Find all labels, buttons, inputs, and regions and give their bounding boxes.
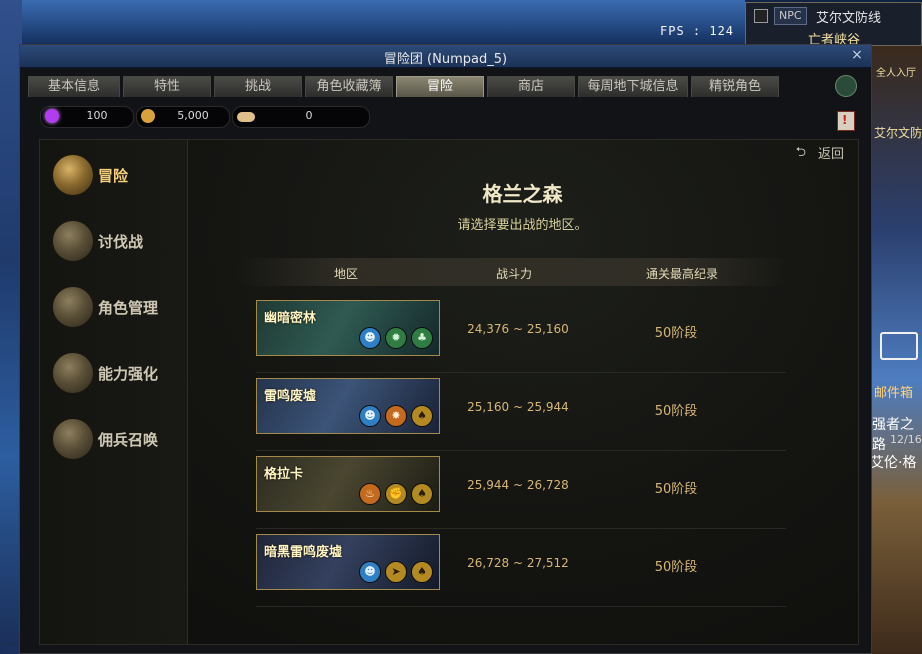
combat-power: 26,728 ~ 27,512 [467,556,569,570]
header-power: 战斗力 [496,267,533,281]
sidebar-item-ability-enhance[interactable]: 能力强化 [50,350,180,398]
close-button[interactable]: × [849,47,865,63]
tab-elite-character[interactable]: 精锐角色 [691,76,779,97]
tab-adventure[interactable]: 冒险 [396,76,484,97]
gold-coin-value: 5,000 [177,109,209,122]
date-label: 12/16 [890,433,922,446]
character-face-icon [52,286,94,328]
sidebar-item-raid[interactable]: 讨伐战 [50,218,180,266]
right-mid-label: 艾尔文防 [874,126,922,140]
sidebar-item-label: 佣兵召唤 [98,431,159,449]
table-row: 幽暗密林 ☻ ✹ ♣ 24,376 ~ 25,160 50阶段 [256,294,786,373]
table-row: 格拉卡 ♨ ✊ ♠ 25,944 ~ 26,728 50阶段 [256,450,786,529]
gold-coin-currency: 5,000 [136,106,230,128]
tab-traits[interactable]: 特性 [123,76,211,97]
best-record: 50阶段 [654,326,698,341]
dungeon-card-dark-forest[interactable]: 幽暗密林 ☻ ✹ ♣ [256,300,440,356]
blue-face-badge-icon: ☻ [359,327,381,349]
tab-challenge[interactable]: 挑战 [214,76,302,97]
map-title: 格兰之森 [482,182,563,206]
sidebar-item-label: 讨伐战 [98,233,144,251]
crossed-swords-icon [52,220,94,262]
treasure-chest-icon [52,418,94,460]
game-background-top [0,0,745,44]
tab-character-collection[interactable]: 角色收藏簿 [305,76,393,97]
gold-spade-badge-icon: ♠ [411,483,433,505]
orange-spark-badge-icon: ✸ [385,405,407,427]
dungeon-name: 幽暗密林 [264,311,317,326]
gold-arrow-badge-icon: ➤ [385,561,407,583]
mail-icon[interactable] [880,332,918,360]
back-button[interactable]: 返回 [818,143,844,162]
sidebar-item-label: 能力强化 [98,365,159,383]
coin-stack-icon [237,112,255,122]
best-record: 50阶段 [654,560,698,575]
dungeon-name: 暗黑雷鸣废墟 [264,545,343,560]
dungeon-name: 格拉卡 [264,467,304,482]
npc-tag: NPC [774,7,807,25]
adventure-team-window: 冒险团 (Numpad_5) × 基本信息 特性 挑战 角色收藏簿 冒险 商店 … [19,44,872,654]
back-arrow-icon[interactable]: ⮌ [796,143,806,165]
sidebar-item-label: 冒险 [98,167,129,185]
table-header: 地区 战斗力 通关最高纪录 [238,258,786,286]
blue-face-badge-icon: ☻ [359,405,381,427]
map-subtitle: 请选择要出战的地区。 [457,218,588,233]
gold-spade-badge-icon: ♠ [411,405,433,427]
green-gear-badge-icon: ✹ [385,327,407,349]
dungeon-name: 雷鸣废墟 [264,389,317,404]
table-row: 暗黑雷鸣废墟 ☻ ➤ ♠ 26,728 ~ 27,512 50阶段 [256,528,786,607]
purple-gem-value: 100 [86,109,108,122]
window-titlebar[interactable]: 冒险团 (Numpad_5) × [20,45,871,68]
tab-shop[interactable]: 商店 [487,76,575,97]
spiked-star-icon [52,352,94,394]
header-record: 通关最高纪录 [646,267,719,281]
dungeon-card-thunder-ruins[interactable]: 雷鸣废墟 ☻ ✸ ♠ [256,378,440,434]
tab-weekly-dungeon[interactable]: 每周地下城信息 [578,76,688,97]
npc-indicator: NPC 艾尔文防线 亡者峡谷 [745,2,922,48]
coin-stack-currency: 0 [232,106,370,128]
blue-face-badge-icon: ☻ [359,561,381,583]
coin-stack-value: 0 [305,109,313,122]
sidebar-item-character-management[interactable]: 角色管理 [50,284,180,332]
tab-bar: 基本信息 特性 挑战 角色收藏簿 冒险 商店 每周地下城信息 精锐角色 [28,76,782,98]
dungeon-card-dark-thunder-ruins[interactable]: 暗黑雷鸣废墟 ☻ ➤ ♠ [256,534,440,590]
dungeon-card-gelaka[interactable]: 格拉卡 ♨ ✊ ♠ [256,456,440,512]
notice-icon[interactable]: ! [837,111,855,131]
npc-name: 艾尔文防线 [816,11,882,26]
purple-gem-icon [45,109,59,123]
window-title: 冒险团 (Numpad_5) [383,52,508,67]
gold-fist-badge-icon: ✊ [385,483,407,505]
combat-power: 25,944 ~ 26,728 [467,478,569,492]
green-club-badge-icon: ♣ [411,327,433,349]
adventure-book-icon [52,154,94,196]
mailbox-label[interactable]: 邮件箱 [874,382,913,401]
combat-power: 24,376 ~ 25,160 [467,322,569,336]
gold-coin-icon [141,109,155,123]
combat-power: 25,160 ~ 25,944 [467,400,569,414]
help-compass-icon[interactable] [835,75,857,97]
fps-counter: FPS : 124 [660,24,735,38]
sidebar-item-label: 角色管理 [98,299,159,317]
orange-claw-badge-icon: ♨ [359,483,381,505]
header-area: 地区 [334,267,359,281]
adventure-sidebar: 冒险 讨伐战 角色管理 能力强化 佣兵召唤 [40,140,188,644]
best-record: 50阶段 [654,482,698,497]
best-record: 50阶段 [654,404,698,419]
sidebar-item-adventure[interactable]: 冒险 [50,152,180,200]
table-row: 雷鸣废墟 ☻ ✸ ♠ 25,160 ~ 25,944 50阶段 [256,372,786,451]
adventure-panel: 冒险 讨伐战 角色管理 能力强化 佣兵召唤 ⮌ 返回 格兰之森 请选择要出战的地… [39,139,859,645]
sidebar-item-mercenary-summon[interactable]: 佣兵召唤 [50,416,180,464]
right-top-label: 全人入厅 [876,68,916,79]
gold-spade-badge-icon: ♠ [411,561,433,583]
npc-ailun-label: 艾伦·格 [870,455,917,471]
npc-checkbox[interactable] [754,9,768,23]
purple-gem-currency: 100 [40,106,134,128]
tab-basic-info[interactable]: 基本信息 [28,76,120,97]
